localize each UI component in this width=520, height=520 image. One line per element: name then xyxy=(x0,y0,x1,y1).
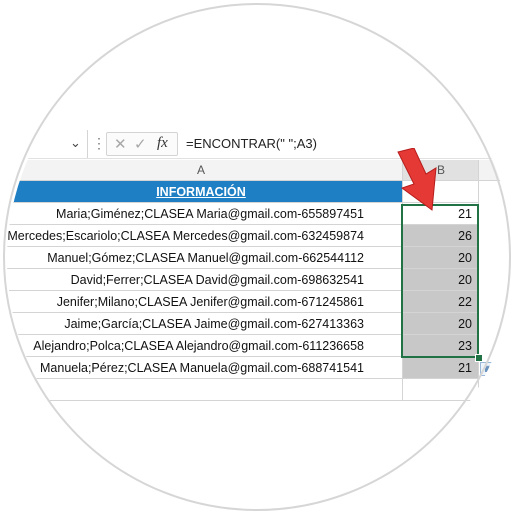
quick-analysis-icon[interactable]: ▦ xyxy=(480,362,496,376)
more-options-icon[interactable]: ⋮ xyxy=(92,135,106,152)
cell-b[interactable]: 20 xyxy=(403,313,479,335)
column-header-a[interactable]: A xyxy=(7,160,403,180)
fill-handle[interactable] xyxy=(475,354,483,362)
cell-a[interactable]: Maria;Giménez;CLASEA Maria@gmail.com-655… xyxy=(7,203,403,225)
table-row: Jenifer;Milano;CLASEA Jenifer@gmail.com-… xyxy=(7,291,480,313)
cell-a[interactable]: Alejandro;Polca;CLASEA Alejandro@gmail.c… xyxy=(7,335,403,357)
cell-a[interactable]: Jenifer;Milano;CLASEA Jenifer@gmail.com-… xyxy=(7,291,403,313)
red-arrow-icon xyxy=(397,148,437,211)
header-cell-label: INFORMACIÓN xyxy=(156,185,246,199)
cell-a[interactable]: Manuel;Gómez;CLASEA Manuel@gmail.com-662… xyxy=(7,247,403,269)
table-row: Manuel;Gómez;CLASEA Manuel@gmail.com-662… xyxy=(7,247,480,269)
table-row xyxy=(7,379,480,401)
empty-cell[interactable] xyxy=(7,379,403,401)
cell-a[interactable]: Mercedes;Escariolo;CLASEA Mercedes@gmail… xyxy=(7,225,403,247)
cell-b[interactable]: 26 xyxy=(403,225,479,247)
table-row: David;Ferrer;CLASEA David@gmail.com-6986… xyxy=(7,269,480,291)
cell-a[interactable]: Manuela;Pérez;CLASEA Manuela@gmail.com-6… xyxy=(7,357,403,379)
cell-a[interactable]: Jaime;García;CLASEA Jaime@gmail.com-6274… xyxy=(7,313,403,335)
cell-b[interactable]: 21 xyxy=(403,357,479,379)
insert-function-button[interactable]: fx xyxy=(157,135,168,152)
cell-b[interactable]: 20 xyxy=(403,247,479,269)
table-row: Mercedes;Escariolo;CLASEA Mercedes@gmail… xyxy=(7,225,480,247)
cell-b[interactable]: 22 xyxy=(403,291,479,313)
table-row: Manuela;Pérez;CLASEA Manuela@gmail.com-6… xyxy=(7,357,480,379)
name-box[interactable]: ⌄ xyxy=(7,130,88,158)
formula-input[interactable]: =ENCONTRAR(" ";A3) xyxy=(186,136,317,151)
empty-cell[interactable] xyxy=(403,379,479,401)
zoomed-spreadsheet-view: ⌄ ⋮ ✕ ✓ fx =ENCONTRAR(" ";A3) A B INFORM… xyxy=(7,7,513,513)
x-icon[interactable]: ✕ xyxy=(114,135,127,153)
table-row: Jaime;García;CLASEA Jaime@gmail.com-6274… xyxy=(7,313,480,335)
chevron-down-icon[interactable]: ⌄ xyxy=(70,135,81,151)
formula-buttons: ✕ ✓ fx xyxy=(106,132,178,156)
check-icon[interactable]: ✓ xyxy=(134,135,147,153)
table-row: Alejandro;Polca;CLASEA Alejandro@gmail.c… xyxy=(7,335,480,357)
cell-b[interactable]: 23 xyxy=(403,335,479,357)
cell-a[interactable]: David;Ferrer;CLASEA David@gmail.com-6986… xyxy=(7,269,403,291)
cell-b[interactable]: 20 xyxy=(403,269,479,291)
header-cell-informacion[interactable]: INFORMACIÓN xyxy=(7,181,403,203)
